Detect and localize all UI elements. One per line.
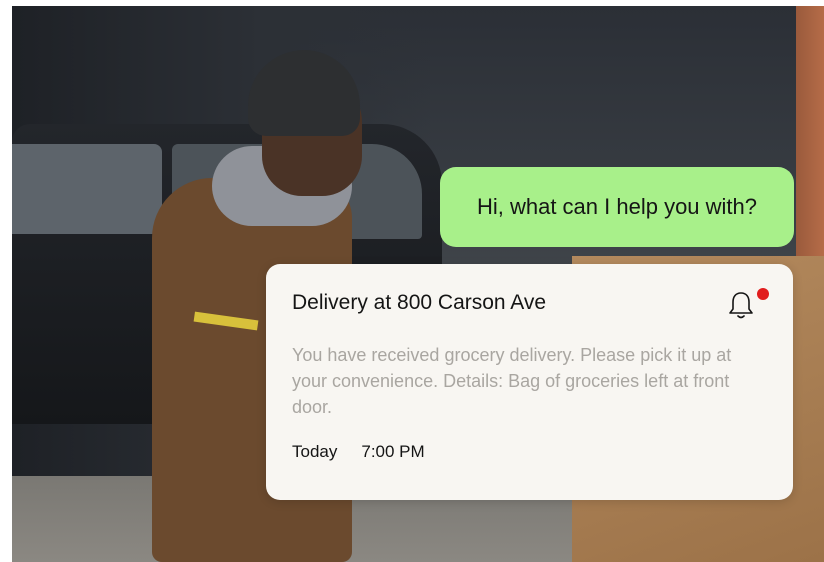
notification-date: Today	[292, 442, 338, 461]
photo-car-window	[12, 144, 162, 234]
chat-message: Hi, what can I help you with?	[476, 194, 758, 219]
chat-bubble[interactable]: Hi, what can I help you with?	[440, 167, 794, 247]
bell-icon[interactable]	[727, 290, 755, 320]
notification-time: 7:00 PM	[361, 442, 425, 461]
notification-title: Delivery at 800 Carson Ave	[292, 291, 547, 314]
notification-timestamp: Today 7:00 PM	[292, 442, 767, 462]
unread-badge	[757, 288, 769, 300]
notification-card[interactable]: Delivery at 800 Carson Ave You have rece…	[266, 264, 793, 500]
notification-body: You have received grocery delivery. Plea…	[292, 345, 732, 417]
